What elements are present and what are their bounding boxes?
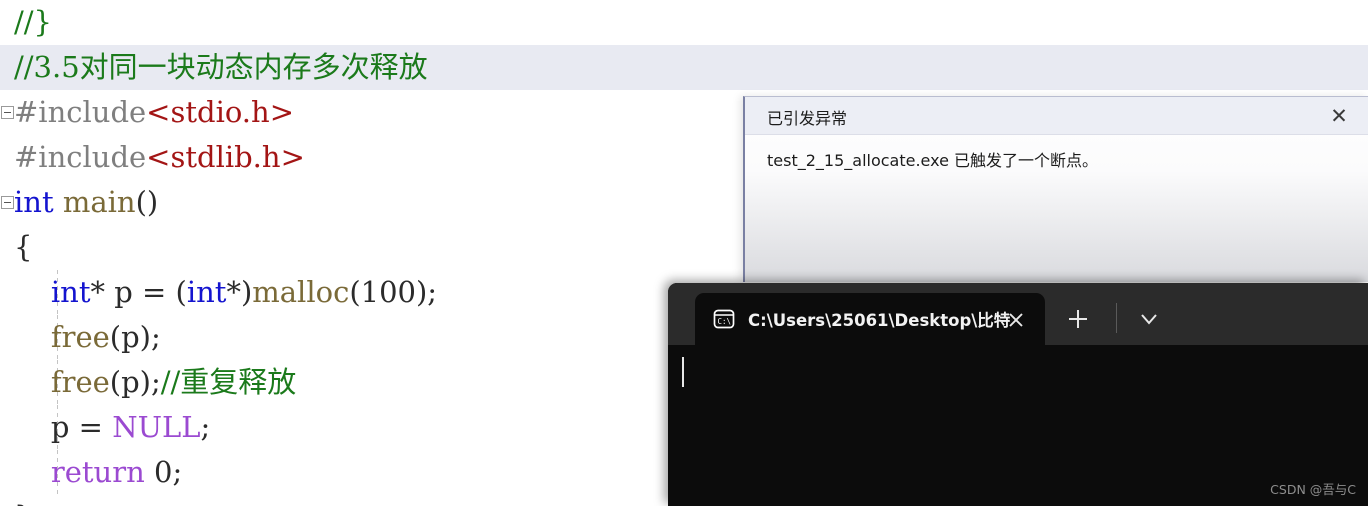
collapse-region-icon[interactable] [1, 195, 14, 209]
code-token: //} [14, 5, 52, 39]
code-line-text: free(p);//重复释放 [14, 360, 296, 405]
collapse-region-icon[interactable] [1, 105, 14, 119]
exception-dialog-titlebar: 已引发异常 ✕ [745, 97, 1368, 135]
code-token: int [14, 185, 54, 219]
code-token: NULL [112, 410, 201, 444]
code-line-text: int main() [14, 180, 158, 225]
code-token: //重复释放 [160, 365, 297, 399]
code-token: 0; [144, 455, 183, 489]
code-token: int [186, 275, 227, 309]
chevron-down-icon[interactable] [1138, 309, 1160, 329]
code-token: * p = ( [90, 275, 187, 309]
code-line-text: #include<stdio.h> [14, 90, 294, 135]
terminal-tab-active[interactable]: C:\ C:\Users\25061\Desktop\比特 [695, 293, 1045, 345]
code-line-text: //3.5对同一块动态内存多次释放 [14, 45, 428, 90]
exception-dialog-title: 已引发异常 [767, 109, 848, 128]
svg-text:C:\: C:\ [718, 317, 732, 326]
code-token: free [50, 365, 110, 399]
code-token: <stdlib.h> [146, 140, 305, 174]
code-token: free [50, 320, 110, 354]
code-line[interactable]: //3.5对同一块动态内存多次释放 [0, 45, 1368, 90]
command-prompt-icon: C:\ [713, 308, 735, 330]
code-line-text: #include<stdlib.h> [14, 135, 305, 180]
terminal-titlebar[interactable]: C:\ C:\Users\25061\Desktop\比特 [668, 283, 1368, 345]
exception-dialog: 已引发异常 ✕ test_2_15_allocate.exe 已触发了一个断点。 [743, 96, 1368, 282]
code-token: (p); [109, 365, 161, 399]
code-token: #include [14, 95, 147, 129]
code-line-text: //} [14, 0, 52, 45]
watermark-text: CSDN @吾与C [1270, 482, 1356, 497]
code-line-text: { [14, 225, 32, 270]
code-line-text: int* p = (int*)malloc(100); [14, 270, 437, 315]
code-token: *) [226, 275, 253, 309]
new-tab-icon[interactable] [1066, 307, 1090, 331]
code-token: main [62, 185, 136, 219]
exception-dialog-message: test_2_15_allocate.exe 已触发了一个断点。 [767, 151, 1099, 170]
code-token: p = [14, 410, 113, 444]
code-token: } [14, 500, 32, 506]
terminal-cursor [682, 357, 684, 387]
tab-close-icon[interactable] [1005, 309, 1027, 331]
code-token: return [50, 455, 145, 489]
tabbar-separator [1116, 303, 1117, 333]
code-token: <stdio.h> [146, 95, 294, 129]
code-token: malloc [252, 275, 350, 309]
code-token: //3.5对同一块动态内存多次释放 [14, 50, 428, 84]
code-line-text: p = NULL; [14, 405, 210, 450]
code-line-text: return 0; [14, 450, 182, 495]
terminal-output-area[interactable]: CSDN @吾与C [668, 345, 1368, 506]
code-token: (100); [349, 275, 438, 309]
terminal-tab-title: C:\Users\25061\Desktop\比特 [748, 311, 1011, 330]
code-token: #include [14, 140, 147, 174]
terminal-window[interactable]: C:\ C:\Users\25061\Desktop\比特 CSDN @吾与C [668, 283, 1368, 506]
code-token: ; [200, 410, 211, 444]
code-token: () [135, 185, 159, 219]
code-token: { [14, 230, 33, 264]
close-icon[interactable]: ✕ [1326, 104, 1352, 128]
code-line[interactable]: //} [0, 0, 1368, 45]
code-line-text: } [14, 495, 32, 506]
code-token: (p); [109, 320, 161, 354]
code-token: int [50, 275, 91, 309]
code-line-text: free(p); [14, 315, 161, 360]
